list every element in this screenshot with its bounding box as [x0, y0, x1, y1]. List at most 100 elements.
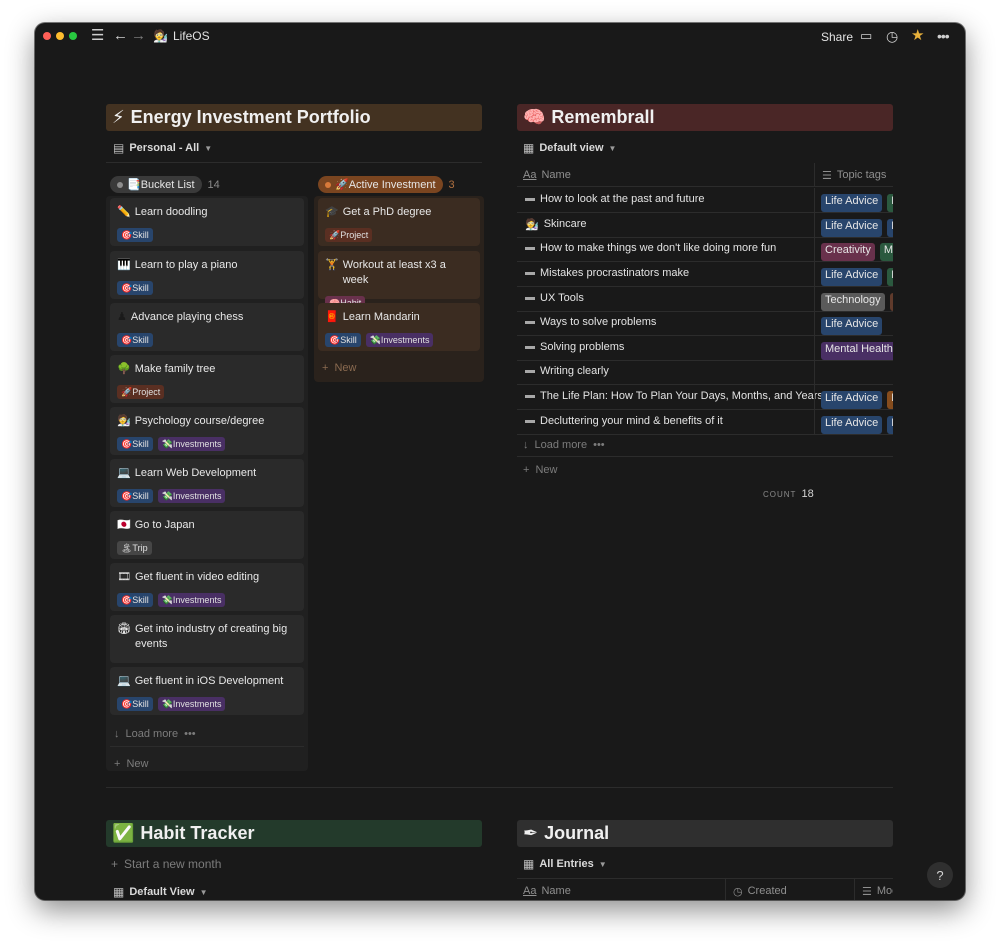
tag-life-advice: Life Advice	[821, 391, 883, 409]
minimize-window-button[interactable]	[56, 32, 64, 40]
laptop-icon: 💻	[117, 675, 131, 687]
remembrall-new-button[interactable]: + New	[523, 464, 557, 476]
comment-icon[interactable]: ▭	[860, 28, 872, 44]
card-title: Make family tree	[134, 363, 216, 375]
star-icon[interactable]: ★	[911, 28, 924, 44]
table-row[interactable]: ▬ How to look at the past and future Life…	[517, 188, 893, 213]
bucket-list-label: 📑Bucket List	[127, 179, 195, 191]
table-view-icon: ▦	[113, 885, 125, 899]
close-window-button[interactable]	[43, 32, 51, 40]
mood-column-header[interactable]: ☰ Moc	[854, 879, 893, 900]
bucket-new-button[interactable]: + New	[114, 758, 148, 770]
name-column-header[interactable]: Aa Name	[523, 885, 571, 897]
weightlifter-icon: 🏋	[325, 259, 339, 271]
board-card[interactable]: 🎹 Learn to play a piano 🎯Skill	[110, 251, 304, 299]
topic-tags-column-header[interactable]: ☰ Topic tags	[814, 163, 886, 187]
page-icon: ▬	[525, 365, 535, 376]
share-button[interactable]: Share	[821, 30, 853, 44]
tag-mental-health: Mental Health	[821, 342, 893, 360]
board-card[interactable]: 🎓 Get a PhD degree 🚀Project	[318, 198, 480, 246]
table-row[interactable]: ▬ The Life Plan: How To Plan Your Days, M…	[517, 385, 893, 410]
bucket-list-column-header[interactable]: 📑Bucket List 14	[110, 176, 220, 193]
divider	[110, 746, 304, 747]
card-title: Learn to play a piano	[134, 259, 238, 271]
pencil-icon: ✏️	[117, 206, 131, 218]
table-row[interactable]: ▬ UX Tools Technology	[517, 287, 893, 312]
energy-view-label: Personal - All	[129, 142, 200, 154]
tag: M	[887, 194, 893, 212]
tag-life-advice: Life Advice	[821, 416, 883, 434]
created-column-header[interactable]: ◷ Created	[725, 879, 787, 900]
list-property-icon: ☰	[862, 886, 872, 898]
active-investment-count: 3	[448, 178, 455, 191]
remembrall-view-switcher[interactable]: ▦ Default view ▼	[523, 141, 616, 155]
plus-icon: +	[322, 362, 329, 374]
board-card[interactable]: 🇯🇵 Go to Japan 🏝Trip	[110, 511, 304, 559]
board-card[interactable]: 🧧 Learn Mandarin 🎯Skill 💸Investments	[318, 303, 480, 351]
table-row[interactable]: 🧑‍🔬Skincare Life AdviceH	[517, 213, 893, 238]
table-row[interactable]: ▬ How to make things we don't like doing …	[517, 237, 893, 262]
divider	[517, 456, 893, 457]
table-row[interactable]: ▬ Decluttering your mind & benefits of it…	[517, 410, 893, 435]
habit-view-switcher[interactable]: ▦ Default View ▼	[113, 885, 207, 899]
forward-arrow-icon[interactable]: →	[131, 28, 146, 44]
bucket-list-count: 14	[207, 178, 220, 191]
tag-investments: 💸Investments	[365, 333, 434, 347]
tree-icon: 🌳	[117, 363, 131, 375]
journal-view-switcher[interactable]: ▦ All Entries ▼	[523, 857, 607, 871]
energy-view-switcher[interactable]: ▤ Personal - All ▼	[113, 141, 212, 155]
tag: M	[887, 268, 893, 286]
chevron-down-icon: ▼	[204, 143, 213, 153]
tag-skill: 🎯Skill	[117, 697, 153, 711]
bucket-load-more[interactable]: ↓ Load more •••	[114, 728, 196, 740]
more-icon[interactable]: •••	[937, 28, 950, 44]
start-new-month-button[interactable]: + Start a new month	[111, 857, 221, 871]
tag-life-advice: Life Advice	[821, 219, 883, 237]
more-icon[interactable]: •••	[593, 439, 605, 451]
board-card[interactable]: 🏟 Get into industry of creating big event…	[110, 615, 304, 663]
table-row[interactable]: ▬ Solving problems Mental Health	[517, 336, 893, 361]
board-card[interactable]: 🏋Workout at least x3 a week 🧠Habit	[318, 251, 480, 310]
help-button[interactable]: ?	[927, 862, 953, 888]
remembrall-load-more[interactable]: ↓ Load more •••	[523, 439, 605, 451]
card-title: Learn Mandarin	[342, 311, 420, 323]
table-row[interactable]: ▬ Ways to solve problems Life Advice	[517, 311, 893, 336]
table-row[interactable]: ▬ Mistakes procrastinators make Life Advi…	[517, 262, 893, 287]
plus-icon: +	[111, 857, 119, 871]
remembrall-title: Remembrall	[551, 107, 655, 127]
active-investment-column-header[interactable]: 🚀Active Investment 3	[318, 176, 455, 193]
tag-skill: 🎯Skill	[117, 281, 153, 295]
zoom-window-button[interactable]	[69, 32, 77, 40]
tag-project: 🚀Project	[325, 228, 373, 242]
more-icon[interactable]: •••	[184, 728, 196, 740]
energy-portfolio-title: Energy Investment Portfolio	[130, 107, 371, 127]
page-icon: ▬	[525, 292, 535, 303]
table-row[interactable]: ▬ Writing clearly	[517, 360, 893, 385]
card-title: Get fluent in iOS Development	[134, 675, 284, 687]
card-title: Go to Japan	[134, 519, 195, 531]
clock-icon[interactable]: ◷	[886, 28, 898, 44]
name-column-header[interactable]: Aa Name	[523, 169, 571, 181]
journal-table-header: Aa Name ◷ Created ☰ Moc	[517, 879, 893, 900]
back-arrow-icon[interactable]: ←	[113, 28, 128, 44]
card-title: Workout at least x3 a week	[342, 259, 446, 286]
remembrall-view-label: Default view	[539, 142, 604, 154]
board-card[interactable]: ✏️ Learn doodling 🎯Skill	[110, 198, 304, 246]
bucket-list-pill: 📑Bucket List	[110, 176, 202, 193]
page-icon: ▬	[525, 267, 535, 278]
remembrall-table: Aa Name ☰ Topic tags ▬ How to look at the…	[517, 163, 893, 463]
board-card[interactable]: 💻 Get fluent in iOS Development 🎯Skill 💸In…	[110, 667, 304, 715]
breadcrumb[interactable]: 🧑‍🔬 LifeOS	[153, 29, 210, 43]
film-icon: 🎞	[117, 571, 131, 583]
stadium-icon: 🏟	[117, 623, 131, 635]
active-new-button[interactable]: + New	[322, 362, 356, 374]
board-card[interactable]: ♟ Advance playing chess 🎯Skill	[110, 303, 304, 351]
tag-skill: 🎯Skill	[117, 228, 153, 242]
board-card[interactable]: 🌳 Make family tree 🚀Project	[110, 355, 304, 403]
new-label: New	[334, 362, 357, 374]
board-card[interactable]: 🎞 Get fluent in video editing 🎯Skill 💸Inve…	[110, 563, 304, 611]
board-card[interactable]: 💻 Learn Web Development 🎯Skill 💸Investment…	[110, 459, 304, 507]
board-card[interactable]: 🧑‍🔬 Psychology course/degree 🎯Skill 💸Inves…	[110, 407, 304, 455]
laptop-icon: 💻	[117, 467, 131, 479]
sidebar-menu-icon[interactable]: ☰	[91, 28, 104, 44]
